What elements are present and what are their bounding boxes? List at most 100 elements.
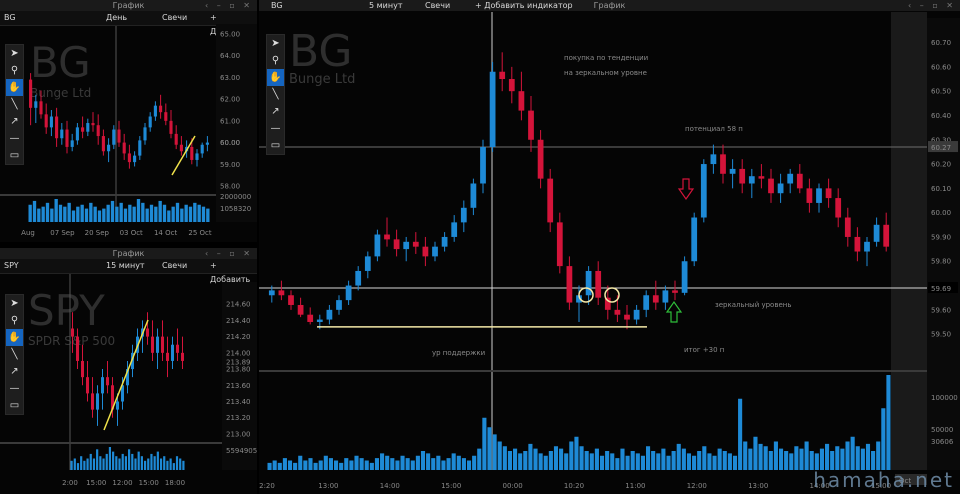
- candle: [384, 234, 390, 240]
- candle: [835, 198, 842, 218]
- rect-icon[interactable]: ▭: [267, 137, 284, 154]
- volume-bar: [773, 441, 778, 470]
- volume-bar: [395, 460, 400, 470]
- candle: [864, 241, 870, 252]
- arrow-icon[interactable]: ↗: [6, 363, 23, 380]
- hline-icon[interactable]: —: [6, 380, 23, 397]
- volume-bar: [118, 458, 121, 470]
- volume-bar: [564, 453, 569, 470]
- hand-icon[interactable]: ✋: [6, 79, 23, 96]
- y-tick-label: 59.80: [931, 258, 951, 266]
- volume-bar: [477, 448, 482, 470]
- volume-bar: [163, 456, 166, 470]
- x-tick-label: 14:00: [380, 482, 400, 490]
- volume-bar: [76, 206, 80, 222]
- candle: [116, 401, 119, 410]
- volume-bar: [574, 436, 579, 470]
- volume-bar: [758, 443, 763, 470]
- volume-bar: [128, 204, 132, 222]
- volume-bar: [149, 204, 154, 222]
- annotation-title-line2: на зеркальном уровне: [564, 69, 647, 77]
- volume-bar: [528, 443, 533, 470]
- candle: [336, 300, 342, 310]
- volume-bar: [172, 463, 175, 470]
- candle: [278, 290, 285, 296]
- up-arrow-icon: [665, 300, 683, 323]
- candle: [432, 246, 438, 257]
- arrow-icon[interactable]: ↗: [267, 103, 284, 120]
- candle: [91, 123, 95, 126]
- zoom-icon[interactable]: ⚲: [6, 312, 23, 329]
- volume-bar: [128, 449, 131, 470]
- volume-bar: [763, 446, 768, 470]
- volume-bar: [119, 202, 123, 222]
- line-icon[interactable]: ╲: [6, 96, 23, 113]
- candle: [112, 129, 116, 145]
- volume-bar: [110, 200, 115, 222]
- volume-bar: [748, 448, 753, 470]
- hline-icon[interactable]: —: [6, 130, 23, 147]
- volume-tick-label: 50000: [931, 426, 953, 434]
- arrow-icon[interactable]: ↗: [6, 113, 23, 130]
- volume-bar: [794, 446, 799, 470]
- volume-bar: [115, 206, 119, 222]
- volume-bar: [518, 453, 523, 470]
- volume-bar: [193, 202, 197, 222]
- candle: [34, 101, 38, 108]
- volume-bar: [182, 460, 185, 470]
- candle: [39, 101, 43, 115]
- rect-icon[interactable]: ▭: [6, 147, 23, 164]
- volume-bar: [131, 453, 134, 470]
- volume-bar: [799, 448, 804, 470]
- zoom-icon[interactable]: ⚲: [6, 62, 23, 79]
- candle: [480, 147, 486, 184]
- cursor-icon[interactable]: ➤: [6, 45, 23, 62]
- candle: [146, 328, 149, 337]
- volume-bar: [106, 204, 110, 222]
- candle: [883, 224, 890, 247]
- candle: [200, 144, 204, 154]
- candle: [148, 116, 152, 128]
- volume-bar: [768, 451, 773, 470]
- hand-icon[interactable]: ✋: [267, 69, 284, 86]
- volume-bar: [277, 462, 282, 470]
- volume-bar: [738, 398, 743, 470]
- line-icon[interactable]: ╲: [6, 346, 23, 363]
- candle: [70, 140, 74, 147]
- volume-bar: [37, 208, 41, 222]
- candle: [60, 129, 64, 139]
- x-tick-label: Aug: [21, 229, 35, 237]
- volume-bar: [188, 206, 193, 222]
- rect-icon[interactable]: ▭: [6, 397, 23, 414]
- hline-icon[interactable]: —: [267, 120, 284, 137]
- y-tick-label: 61.00: [220, 117, 240, 125]
- y-tick-label: 65.00: [220, 31, 240, 39]
- volume-bar: [697, 451, 702, 470]
- candle: [75, 127, 79, 141]
- y-tick-label: 213.60: [226, 382, 251, 390]
- y-tick-label: 59.50: [931, 331, 951, 339]
- candle: [86, 377, 89, 394]
- cursor-icon[interactable]: ➤: [267, 35, 284, 52]
- volume-bar: [835, 446, 840, 470]
- volume-bar: [369, 462, 374, 470]
- volume-bar: [175, 202, 180, 222]
- candle: [106, 377, 109, 386]
- volume-bar: [136, 199, 141, 222]
- hand-icon[interactable]: ✋: [6, 329, 23, 346]
- candle: [307, 314, 314, 322]
- volume-bar: [671, 451, 676, 470]
- volume-bar: [635, 453, 640, 470]
- zoom-icon[interactable]: ⚲: [267, 52, 284, 69]
- candle: [374, 234, 381, 257]
- volume-bar: [166, 460, 169, 470]
- volume-bar: [344, 458, 349, 470]
- line-icon[interactable]: ╲: [267, 86, 284, 103]
- candle: [499, 71, 506, 80]
- volume-bar: [461, 458, 466, 470]
- x-tick-label: 10:20: [564, 482, 584, 490]
- volume-bar: [50, 208, 54, 222]
- y-tick-label: 214.20: [226, 333, 251, 341]
- cursor-icon[interactable]: ➤: [6, 295, 23, 312]
- volume-bar: [507, 451, 513, 470]
